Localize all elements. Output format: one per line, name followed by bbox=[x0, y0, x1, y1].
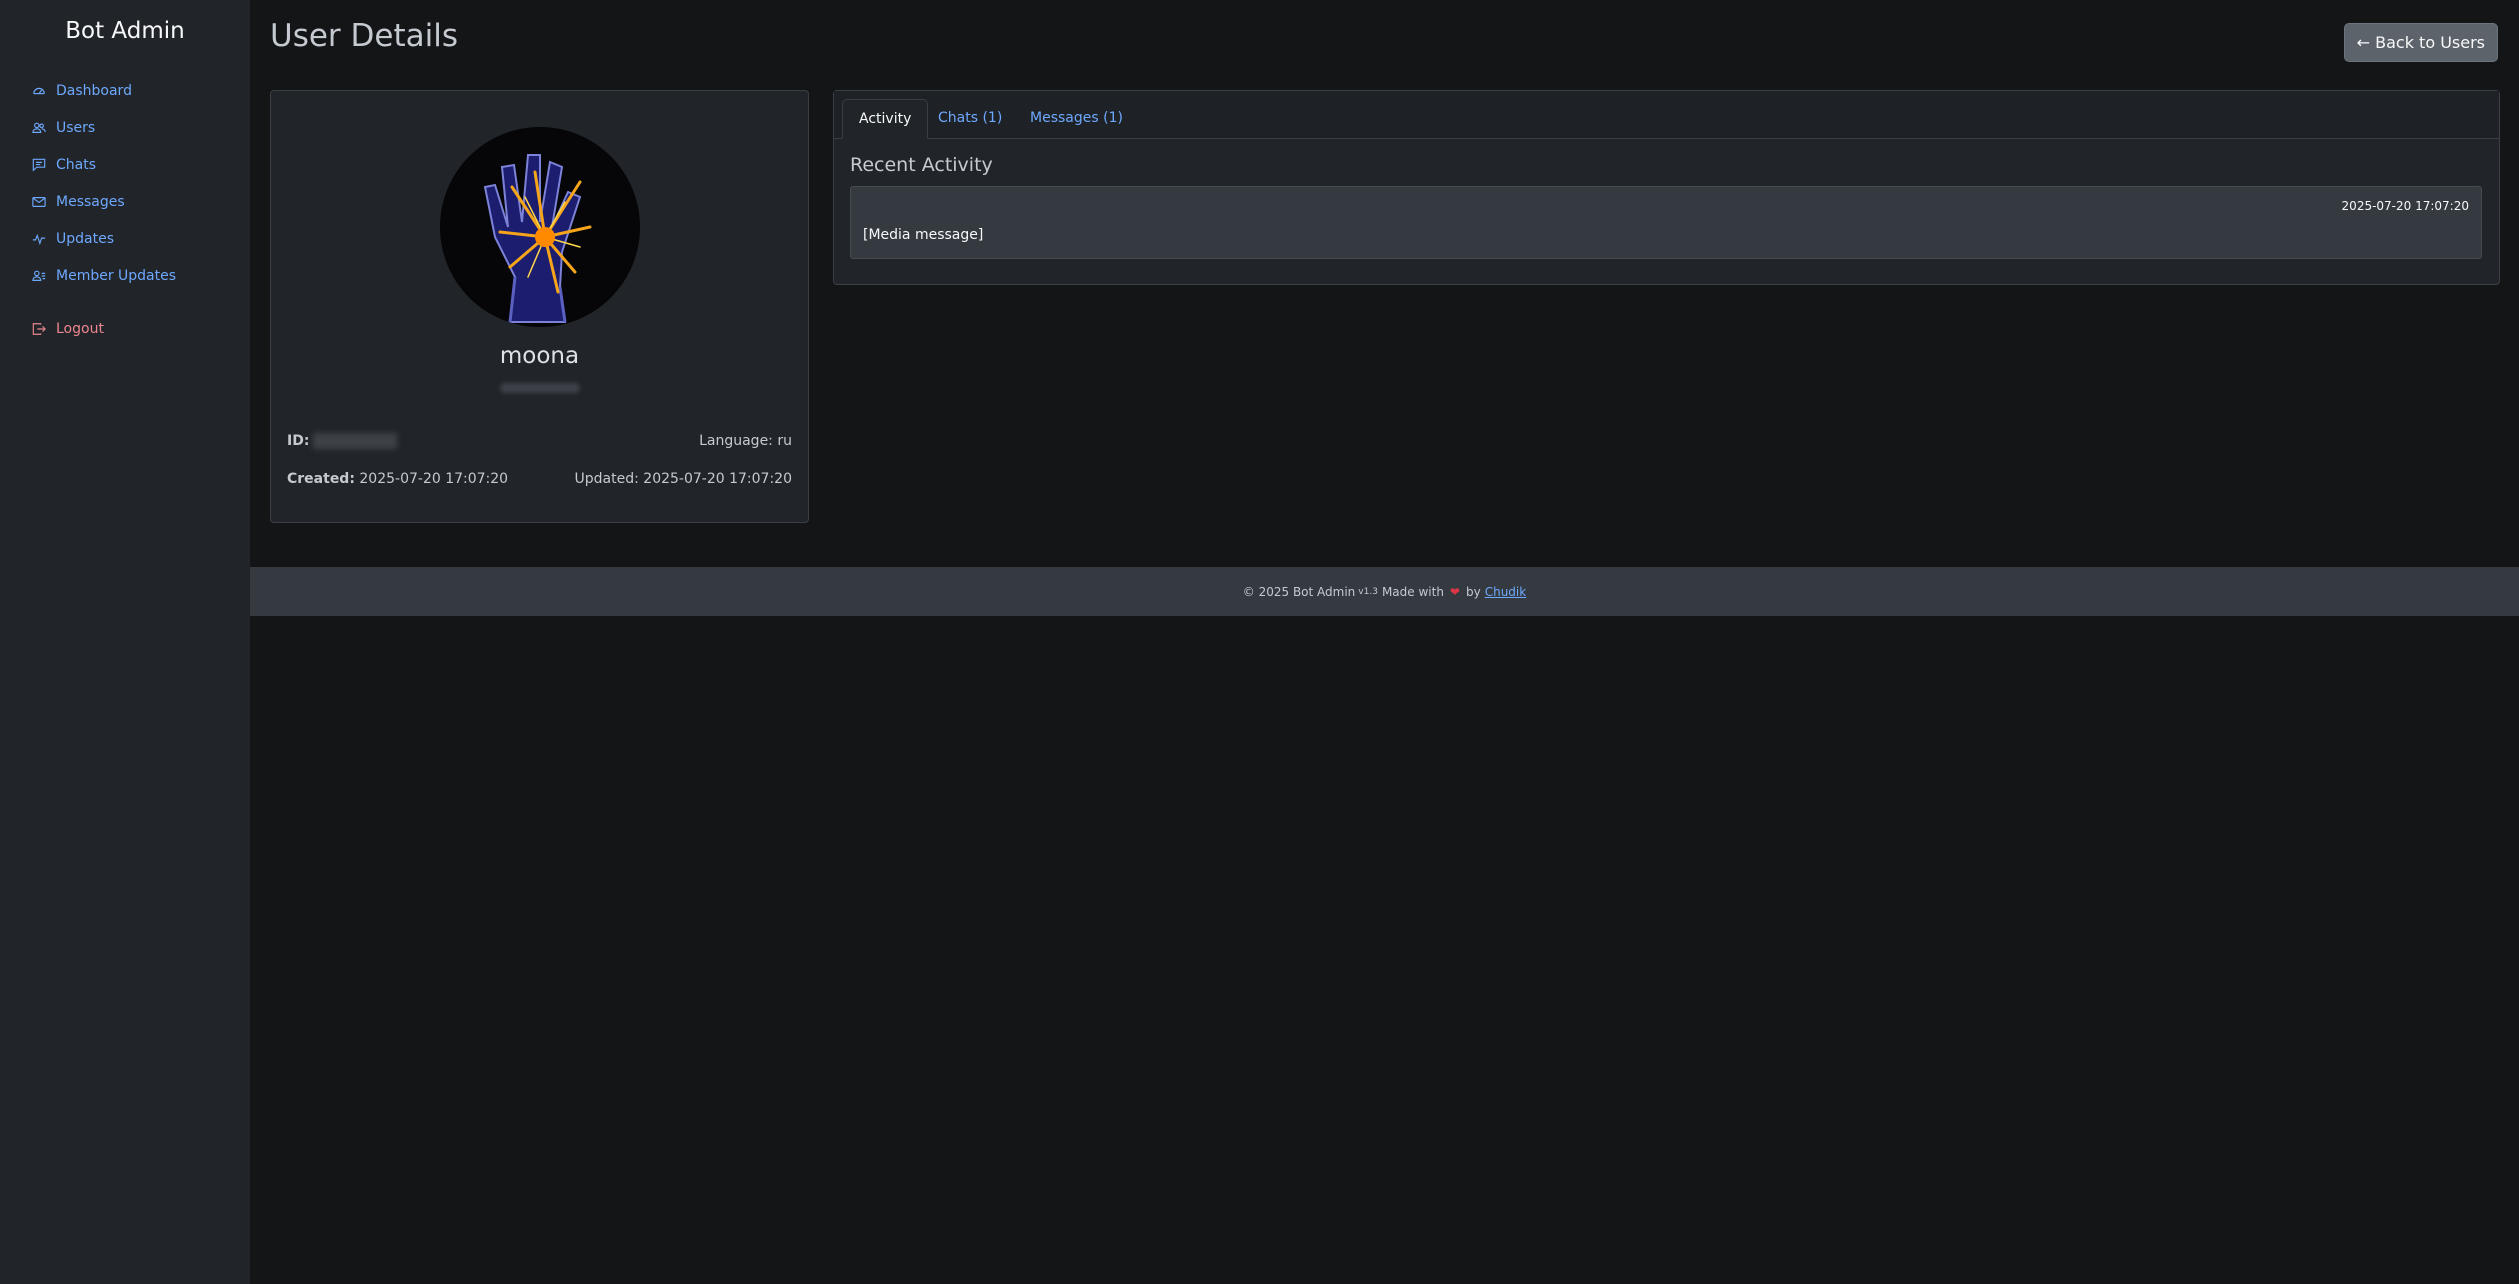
updated-value: 2025-07-20 17:07:20 bbox=[643, 471, 792, 487]
heart-icon: ❤ bbox=[1449, 584, 1460, 599]
created-label: Created: bbox=[287, 471, 355, 487]
activity-icon bbox=[32, 232, 46, 246]
sidebar-item-messages[interactable]: Messages bbox=[0, 183, 250, 220]
footer-made-with: Made with bbox=[1381, 584, 1444, 599]
back-to-users-button[interactable]: ← Back to Users bbox=[2343, 23, 2498, 62]
footer-author-link[interactable]: Chudik bbox=[1485, 585, 1527, 599]
envelope-icon bbox=[32, 195, 46, 209]
profile-id: ID: bbox=[287, 433, 398, 449]
sidebar-item-label: Messages bbox=[56, 193, 125, 210]
language-label: Language: bbox=[699, 433, 773, 449]
profile-updated: Updated: 2025-07-20 17:07:20 bbox=[575, 471, 792, 487]
footer-by: by bbox=[1465, 584, 1481, 599]
tab-messages[interactable]: Messages (1) bbox=[1014, 99, 1139, 137]
person-lines-icon bbox=[32, 269, 46, 283]
activity-text: [Media message] bbox=[863, 227, 984, 243]
sidebar-item-users[interactable]: Users bbox=[0, 109, 250, 146]
chat-icon bbox=[32, 158, 46, 172]
people-icon bbox=[32, 121, 46, 135]
brand-title: Bot Admin bbox=[65, 18, 185, 44]
id-label: ID: bbox=[287, 433, 310, 449]
profile-card: moona ID: Language: ru Created: 2025-07-… bbox=[270, 90, 809, 523]
language-value: ru bbox=[777, 433, 792, 449]
recent-activity-title: Recent Activity bbox=[850, 154, 993, 176]
tab-activity[interactable]: Activity bbox=[842, 99, 929, 139]
sidebar-item-logout[interactable]: Logout bbox=[0, 310, 250, 347]
sidebar-item-updates[interactable]: Updates bbox=[0, 220, 250, 257]
profile-info-row: ID: Language: ru bbox=[287, 433, 792, 449]
sidebar-item-label: Users bbox=[56, 119, 96, 136]
sidebar-item-label: Dashboard bbox=[56, 82, 132, 99]
sidebar-item-dashboard[interactable]: Dashboard bbox=[0, 72, 250, 109]
id-redacted bbox=[313, 433, 398, 449]
activity-timestamp: 2025-07-20 17:07:20 bbox=[2341, 199, 2469, 213]
tabs-bar: Activity Chats (1) Messages (1) bbox=[834, 91, 2499, 139]
tab-chats[interactable]: Chats (1) bbox=[922, 99, 1018, 137]
created-value: 2025-07-20 17:07:20 bbox=[359, 471, 509, 487]
activity-card: Activity Chats (1) Messages (1) Recent A… bbox=[833, 90, 2500, 285]
sidebar-item-chats[interactable]: Chats bbox=[0, 146, 250, 183]
profile-language: Language: ru bbox=[699, 433, 792, 449]
profile-created: Created: 2025-07-20 17:07:20 bbox=[287, 471, 508, 487]
footer: © 2025 Bot Admin v1.3 Made with ❤ by Chu… bbox=[250, 567, 2519, 616]
sidebar-item-label: Logout bbox=[56, 320, 104, 337]
box-arrow-right-icon bbox=[32, 322, 46, 336]
sidebar-item-label: Chats bbox=[56, 156, 97, 173]
footer-copyright: © 2025 Bot Admin bbox=[1242, 584, 1356, 599]
sidebar-item-member-updates[interactable]: Member Updates bbox=[0, 257, 250, 294]
updated-label: Updated: bbox=[574, 471, 639, 487]
profile-handle-redacted bbox=[500, 383, 580, 393]
avatar bbox=[440, 127, 640, 327]
speedometer-icon bbox=[32, 84, 46, 98]
page-title: User Details bbox=[270, 18, 458, 54]
main-content: User Details ← Back to Users moona ID: L… bbox=[250, 0, 2519, 1284]
sidebar-item-label: Updates bbox=[56, 230, 114, 247]
sidebar-nav: Dashboard Users Chats Messages Updates M… bbox=[0, 72, 250, 347]
profile-dates-row: Created: 2025-07-20 17:07:20 Updated: 20… bbox=[287, 471, 792, 487]
footer-version: v1.3 bbox=[1358, 586, 1378, 597]
sidebar-item-label: Member Updates bbox=[56, 267, 177, 284]
activity-item: 2025-07-20 17:07:20 [Media message] bbox=[850, 186, 2482, 259]
profile-username: moona bbox=[499, 343, 580, 369]
sidebar: Bot Admin Dashboard Users Chats Messages bbox=[0, 0, 250, 1284]
